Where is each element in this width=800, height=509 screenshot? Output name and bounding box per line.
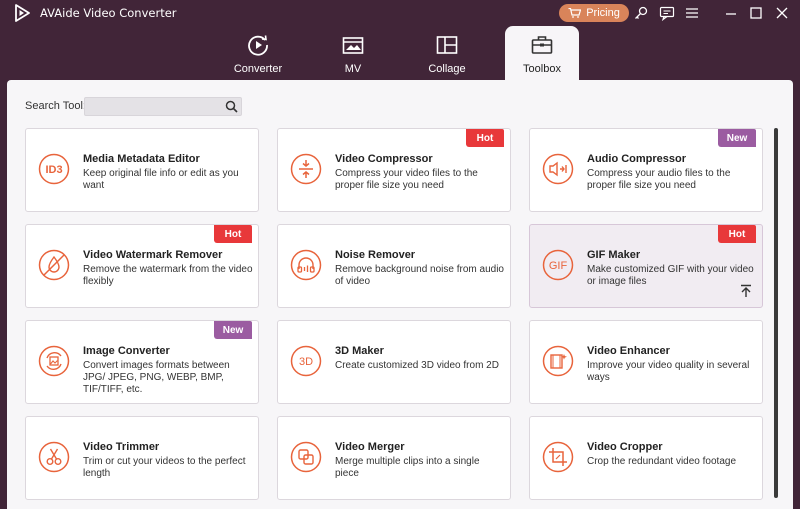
crop-icon — [542, 441, 574, 473]
tool-title: Video Merger — [335, 441, 405, 453]
tool-desc: Merge multiple clips into a single piece — [335, 456, 480, 479]
tool-card-video-watermark-remover[interactable]: Video Watermark Remover Remove the water… — [25, 224, 259, 308]
tool-card-video-enhancer[interactable]: Video Enhancer Improve your video qualit… — [529, 320, 763, 404]
search-input[interactable] — [85, 99, 215, 117]
noise-remover-icon — [290, 249, 322, 281]
tool-desc: Remove the watermark from the video flex… — [83, 264, 253, 287]
tab-converter-label: Converter — [233, 63, 283, 75]
new-badge: New — [718, 129, 756, 147]
search-box[interactable] — [84, 97, 242, 117]
pricing-label: Pricing — [586, 7, 620, 19]
scroll-thumb[interactable] — [774, 128, 778, 498]
watermark-remover-icon — [38, 249, 70, 281]
minimize-icon[interactable] — [723, 5, 739, 21]
tool-card-media-metadata-editor[interactable]: ID3 Media Metadata Editor Keep original … — [25, 128, 259, 212]
collage-icon — [436, 36, 458, 54]
cart-icon — [568, 8, 582, 18]
tool-title: Video Watermark Remover — [83, 249, 223, 261]
scrollbar[interactable] — [774, 128, 778, 498]
tool-desc: Make customized GIF with your video or i… — [587, 264, 754, 287]
tool-title: Video Cropper — [587, 441, 663, 453]
tool-desc: Trim or cut your videos to the perfect l… — [83, 456, 246, 479]
close-icon[interactable] — [774, 5, 790, 21]
tab-converter[interactable]: Converter — [221, 26, 295, 80]
feedback-icon[interactable] — [659, 5, 675, 22]
enhancer-icon — [542, 345, 574, 377]
tool-desc: Crop the redundant video footage — [587, 456, 736, 467]
menu-icon[interactable] — [684, 5, 700, 21]
svg-text:3D: 3D — [299, 356, 313, 368]
svg-text:ID3: ID3 — [45, 164, 62, 176]
svg-text:GIF: GIF — [549, 260, 568, 272]
id3-icon: ID3 — [38, 153, 70, 185]
tool-card-video-cropper[interactable]: Video Cropper Crop the redundant video f… — [529, 416, 763, 500]
tool-desc: Convert images formats between JPG/ JPEG… — [83, 360, 230, 395]
new-badge: New — [214, 321, 252, 339]
mv-icon — [342, 37, 364, 54]
tool-title: Video Enhancer — [587, 345, 670, 357]
scissors-icon — [38, 441, 70, 473]
maximize-icon[interactable] — [748, 5, 764, 21]
tool-title: 3D Maker — [335, 345, 384, 357]
tool-title: Image Converter — [83, 345, 170, 357]
tool-card-audio-compressor[interactable]: Audio Compressor Compress your audio fil… — [529, 128, 763, 212]
tool-card-image-converter[interactable]: Image Converter Convert images formats b… — [25, 320, 259, 404]
converter-icon — [248, 35, 268, 56]
tool-desc: Remove background noise from audio of vi… — [335, 264, 504, 287]
scroll-to-top-icon[interactable] — [739, 284, 753, 298]
app-title: AVAide Video Converter — [40, 6, 177, 20]
tool-title: Noise Remover — [335, 249, 416, 261]
tool-card-video-merger[interactable]: Video Merger Merge multiple clips into a… — [277, 416, 511, 500]
app-logo-icon — [15, 4, 30, 22]
tab-mv[interactable]: MV — [316, 26, 390, 80]
image-convert-icon — [38, 345, 70, 377]
search-icon[interactable] — [225, 100, 238, 113]
tool-desc: Keep original file info or edit as you w… — [83, 168, 239, 191]
hot-badge: Hot — [718, 225, 756, 243]
tool-title: Video Trimmer — [83, 441, 160, 453]
merge-icon — [290, 441, 322, 473]
compress-icon — [290, 153, 322, 185]
audio-compress-icon — [542, 153, 574, 185]
search-label: Search Tool: — [25, 100, 86, 112]
tab-toolbox-label: Toolbox — [523, 63, 561, 75]
title-bar: AVAide Video Converter Pricing — [0, 0, 800, 26]
tool-title: Video Compressor — [335, 153, 433, 165]
main-tabs: Converter MV Collage Toolbox — [0, 26, 800, 80]
toolbox-panel: Search Tool: ID3 Media Metadata Editor K… — [7, 80, 793, 509]
tool-card-3d-maker[interactable]: 3D 3D Maker Create customized 3D video f… — [277, 320, 511, 404]
tab-collage-label: Collage — [428, 63, 466, 75]
hot-badge: Hot — [214, 225, 252, 243]
tool-desc: Compress your video files to the proper … — [335, 168, 478, 191]
tool-card-video-compressor[interactable]: Video Compressor Compress your video fil… — [277, 128, 511, 212]
tool-card-gif-maker[interactable]: GIF GIF Maker Make customized GIF with y… — [529, 224, 763, 308]
tool-title: GIF Maker — [587, 249, 641, 261]
3d-icon: 3D — [290, 345, 322, 377]
tool-card-noise-remover[interactable]: Noise Remover Remove background noise fr… — [277, 224, 511, 308]
tool-desc: Compress your audio files to the proper … — [587, 168, 731, 191]
tab-collage[interactable]: Collage — [410, 26, 484, 80]
gif-icon: GIF — [542, 249, 574, 281]
key-icon[interactable] — [633, 5, 649, 21]
tool-desc: Improve your video quality in several wa… — [587, 360, 750, 383]
tool-title: Media Metadata Editor — [83, 153, 200, 165]
pricing-button[interactable]: Pricing — [559, 4, 629, 22]
tab-mv-label: MV — [344, 63, 362, 75]
toolbox-icon — [531, 36, 553, 54]
tool-desc: Create customized 3D video from 2D — [335, 360, 499, 371]
hot-badge: Hot — [466, 129, 504, 147]
tool-title: Audio Compressor — [587, 153, 687, 165]
tab-toolbox[interactable]: Toolbox — [505, 26, 579, 80]
tool-card-video-trimmer[interactable]: Video Trimmer Trim or cut your videos to… — [25, 416, 259, 500]
